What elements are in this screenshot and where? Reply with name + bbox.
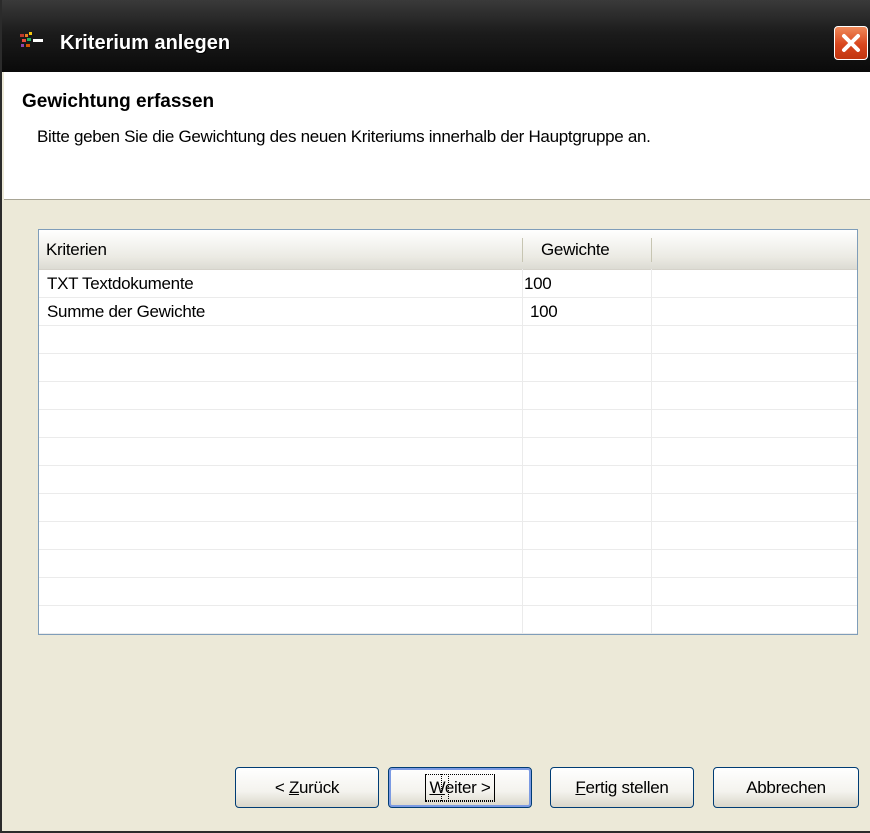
empty-row	[39, 326, 857, 354]
finish-rest: ertig stellen	[585, 777, 669, 797]
page-title: Gewichtung erfassen	[22, 91, 215, 112]
empty-row	[39, 494, 857, 522]
back-rest: urück	[299, 777, 340, 797]
empty-row	[39, 354, 857, 382]
back-button[interactable]: < Zurück	[235, 767, 379, 808]
column-header-kriterien[interactable]: Kriterien	[46, 230, 107, 269]
column-header-gewichte[interactable]: Gewichte	[541, 230, 610, 269]
empty-row	[39, 438, 857, 466]
empty-row	[39, 606, 857, 634]
page-description: Bitte geben Sie die Gewichtung des neuen…	[37, 127, 651, 146]
empty-row	[39, 578, 857, 606]
column-separator[interactable]	[522, 238, 523, 262]
next-button-label: Weiter >	[425, 773, 495, 802]
empty-row	[39, 522, 857, 550]
finish-mnemonic: F	[575, 777, 586, 797]
list-header: Kriterien Gewichte	[39, 230, 857, 270]
back-prefix: <	[274, 777, 289, 797]
close-icon	[842, 34, 860, 52]
weights-sum: 100	[530, 302, 558, 321]
dialog-window: Kriterium anlegen Gewichtung erfassen Bi…	[0, 0, 870, 833]
back-mnemonic: Z	[288, 777, 300, 797]
criterion-name: Summe der Gewichte	[47, 302, 206, 321]
empty-row	[39, 382, 857, 410]
finish-button[interactable]: Fertig stellen	[550, 767, 694, 808]
criterion-weight[interactable]: 100	[524, 270, 552, 297]
finish-button-label: Fertig stellen	[575, 778, 668, 798]
empty-row	[39, 550, 857, 578]
cancel-button-label: Abbrechen	[746, 777, 826, 797]
next-mnemonic: W	[425, 773, 450, 801]
list-item[interactable]: Summe der Gewichte 100	[39, 298, 857, 326]
title-bar[interactable]: Kriterium anlegen	[2, 0, 870, 72]
empty-row	[39, 410, 857, 438]
weights-list[interactable]: Kriterien Gewichte TXT Textdokumente 100…	[38, 229, 858, 635]
list-rows: TXT Textdokumente 100 Summe der Gewichte…	[39, 270, 857, 634]
cancel-button[interactable]: Abbrechen	[713, 767, 859, 808]
app-icon	[20, 32, 43, 47]
column-separator[interactable]	[651, 238, 652, 262]
close-button[interactable]	[834, 26, 868, 60]
back-button-label: < Zurück	[274, 777, 340, 798]
window-title: Kriterium anlegen	[60, 32, 231, 54]
empty-row	[39, 466, 857, 494]
list-item[interactable]: TXT Textdokumente 100	[39, 270, 857, 298]
wizard-header: Gewichtung erfassen Bitte geben Sie die …	[4, 72, 870, 200]
criterion-name: TXT Textdokumente	[47, 274, 194, 293]
next-rest: eiter >	[440, 773, 495, 801]
next-button[interactable]: Weiter >	[388, 767, 532, 808]
